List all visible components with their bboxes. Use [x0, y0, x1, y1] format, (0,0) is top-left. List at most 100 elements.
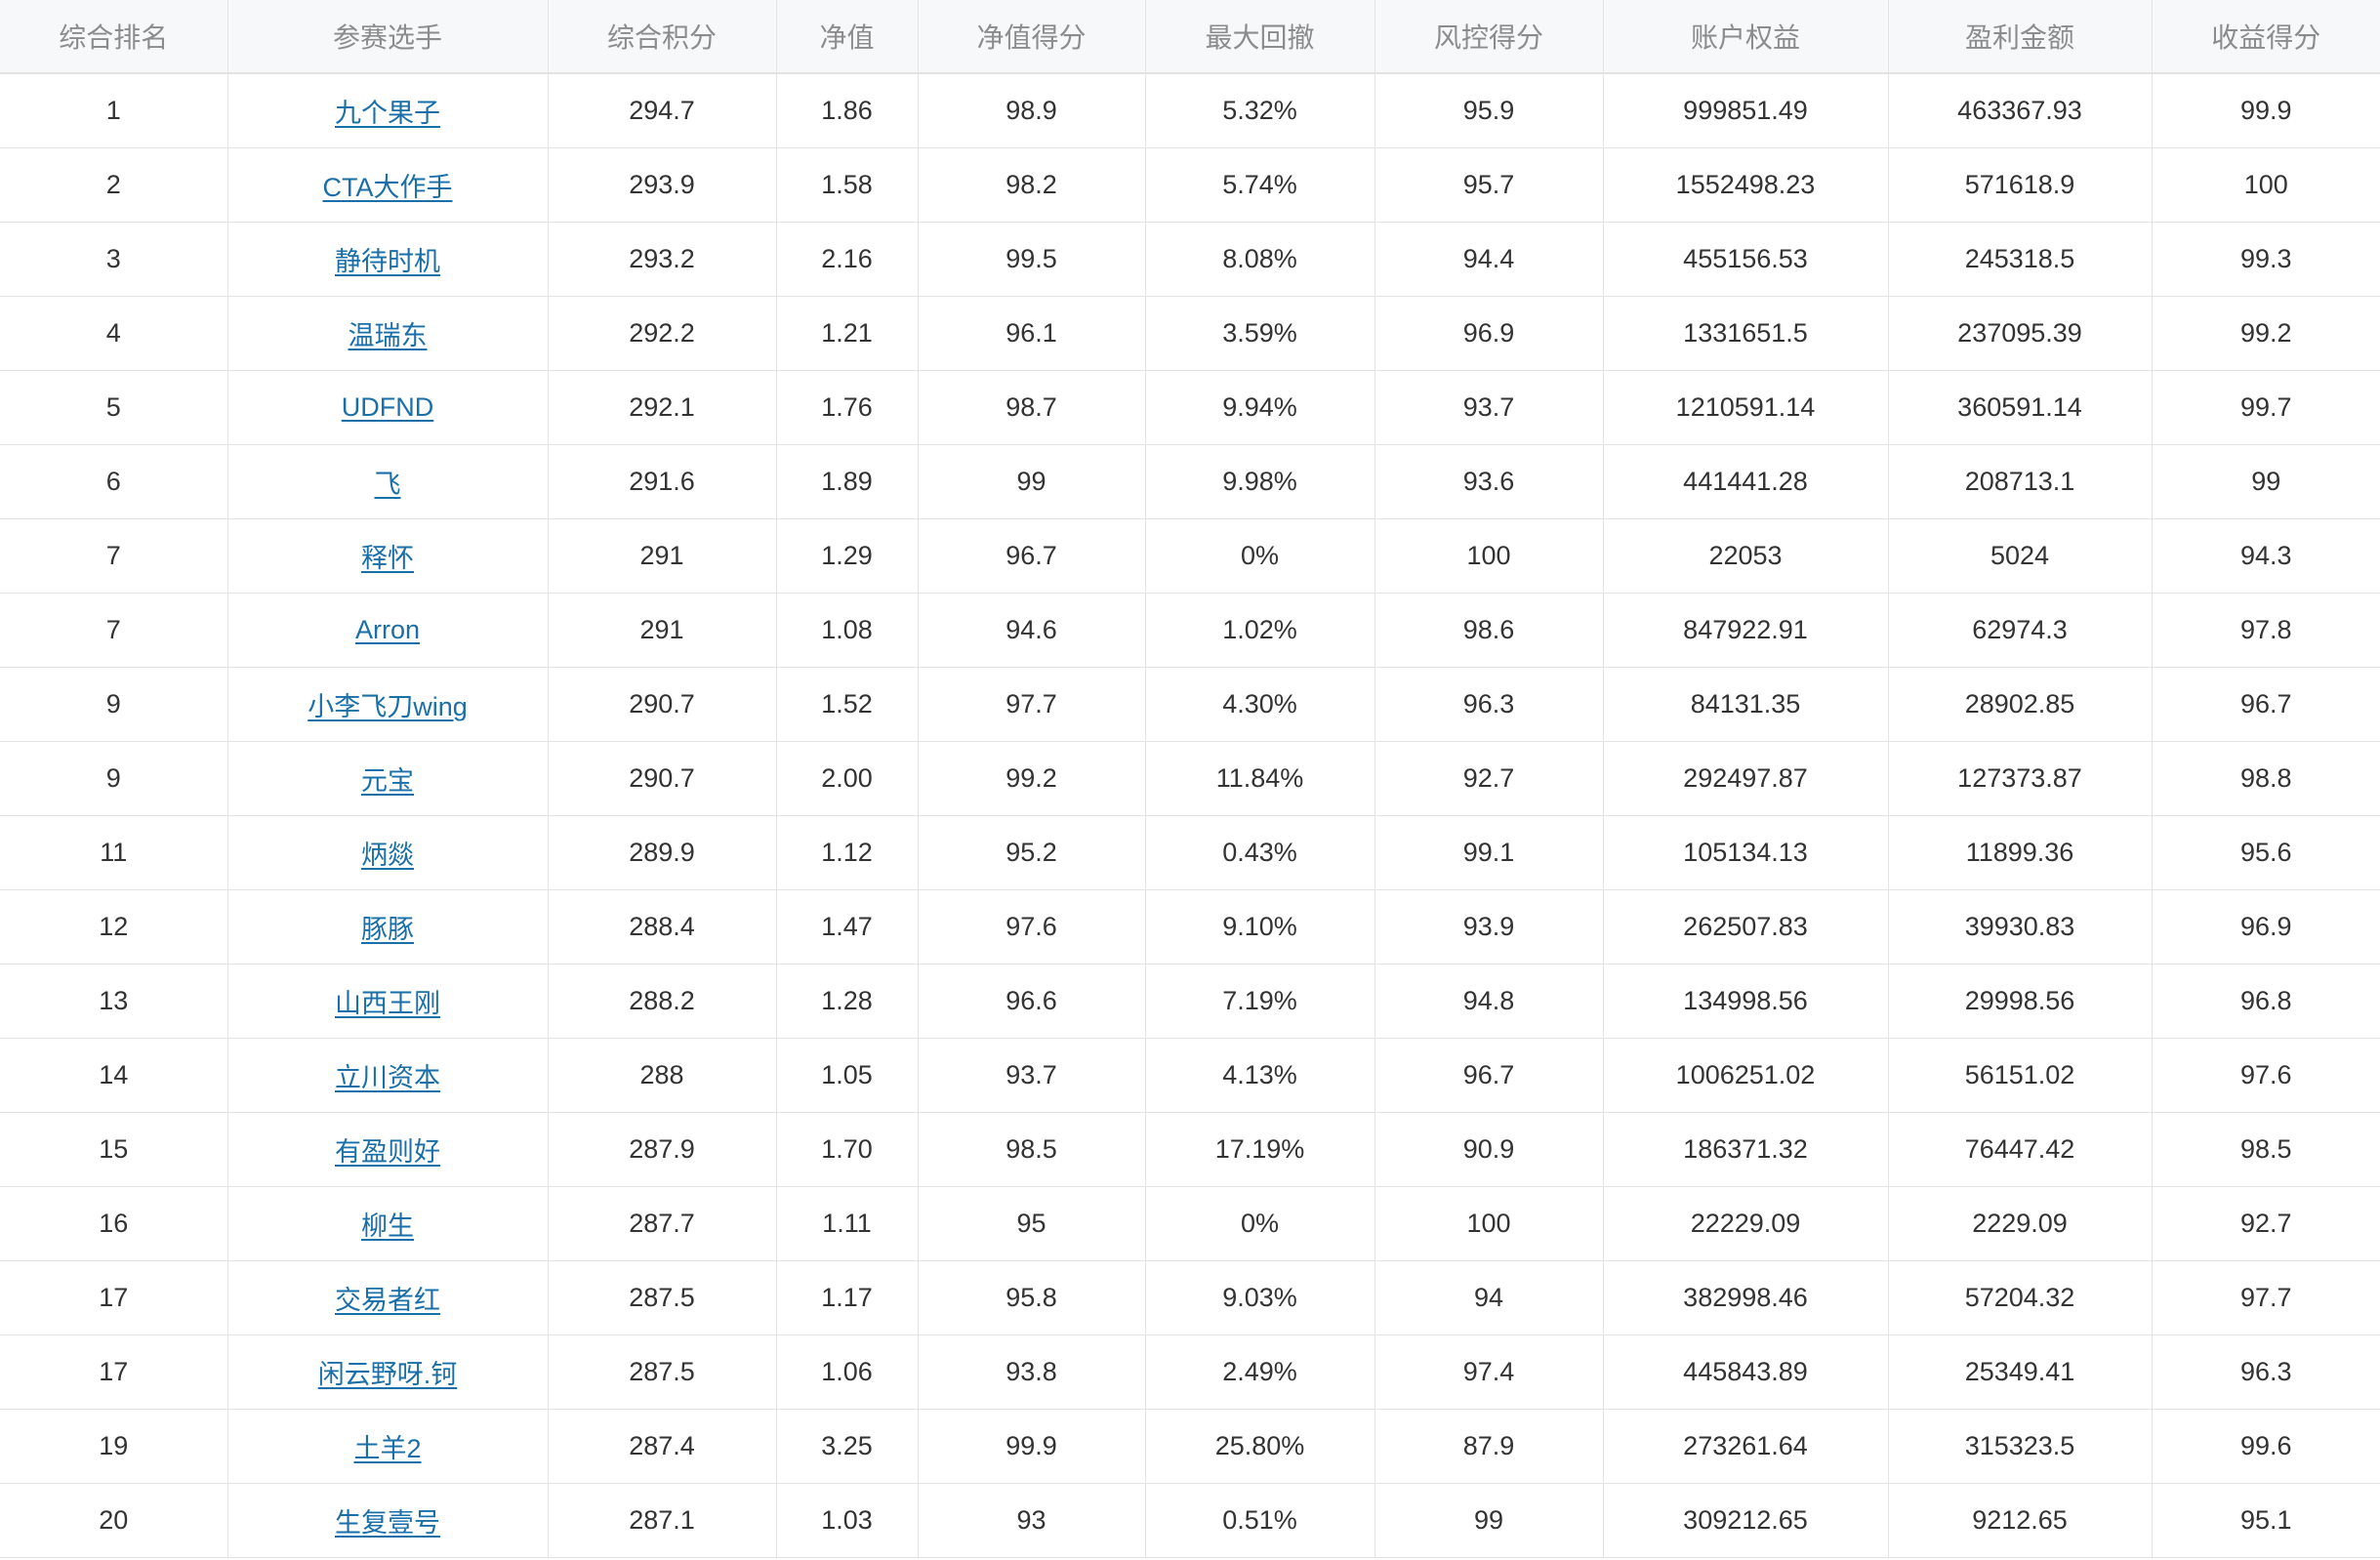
max-drawdown-cell: 11.84%	[1145, 741, 1375, 816]
table-row: 11 炳燚 289.9 1.12 95.2 0.43% 99.1 105134.13 11899…	[0, 815, 2380, 890]
net-value-cell: 1.29	[776, 518, 919, 594]
account-equity-cell: 273261.64	[1603, 1409, 1889, 1484]
column-header-profit-amount[interactable]: 盈利金额	[1888, 0, 2153, 74]
player-link[interactable]: 立川资本	[335, 1063, 440, 1092]
player-link[interactable]: 交易者红	[335, 1286, 440, 1315]
profit-amount-cell: 127373.87	[1888, 741, 2153, 816]
column-header-player[interactable]: 参赛选手	[227, 0, 549, 74]
player-link[interactable]: 生复壹号	[335, 1508, 440, 1538]
rank-cell: 1	[0, 73, 228, 148]
total-score-cell: 287.5	[548, 1334, 777, 1410]
total-score-cell: 287.7	[548, 1186, 777, 1261]
max-drawdown-cell: 5.74%	[1145, 147, 1375, 223]
total-score-cell: 288.4	[548, 889, 777, 965]
player-link[interactable]: 九个果子	[335, 99, 440, 128]
column-header-return-score[interactable]: 收益得分	[2152, 0, 2380, 74]
rank-cell: 7	[0, 593, 228, 668]
account-equity-cell: 186371.32	[1603, 1112, 1889, 1187]
table-row: 20 生复壹号 287.1 1.03 93 0.51% 99 309212.65 9212.65…	[0, 1483, 2380, 1558]
max-drawdown-cell: 0%	[1145, 1186, 1375, 1261]
max-drawdown-cell: 1.02%	[1145, 593, 1375, 668]
risk-score-cell: 99.1	[1375, 815, 1604, 890]
player-link[interactable]: Arron	[355, 615, 420, 644]
rank-cell: 4	[0, 296, 228, 371]
player-cell: 豚豚	[227, 889, 549, 965]
player-link[interactable]: 温瑞东	[349, 321, 428, 350]
player-link[interactable]: 释怀	[361, 544, 414, 573]
max-drawdown-cell: 8.08%	[1145, 222, 1375, 297]
profit-amount-cell: 5024	[1888, 518, 2153, 594]
rank-cell: 20	[0, 1483, 228, 1558]
table-body: 1 九个果子 294.7 1.86 98.9 5.32% 95.9 999851.49 4633…	[0, 73, 2380, 1558]
profit-amount-cell: 56151.02	[1888, 1038, 2153, 1113]
risk-score-cell: 94	[1375, 1260, 1604, 1335]
return-score-cell: 99.6	[2152, 1409, 2380, 1484]
player-link[interactable]: 静待时机	[335, 247, 440, 276]
return-score-cell: 94.3	[2152, 518, 2380, 594]
net-value-score-cell: 95.2	[918, 815, 1146, 890]
max-drawdown-cell: 5.32%	[1145, 73, 1375, 148]
total-score-cell: 289.9	[548, 815, 777, 890]
account-equity-cell: 22053	[1603, 518, 1889, 594]
table-row: 17 闲云野呀.钶 287.5 1.06 93.8 2.49% 97.4 445843.89 2…	[0, 1334, 2380, 1410]
player-link[interactable]: 飞	[375, 470, 401, 499]
player-link[interactable]: CTA大作手	[323, 173, 453, 202]
account-equity-cell: 262507.83	[1603, 889, 1889, 965]
player-cell: 九个果子	[227, 73, 549, 148]
risk-score-cell: 93.9	[1375, 889, 1604, 965]
account-equity-cell: 134998.56	[1603, 964, 1889, 1039]
net-value-cell: 1.70	[776, 1112, 919, 1187]
column-header-net-value-score[interactable]: 净值得分	[918, 0, 1146, 74]
player-link[interactable]: 土羊2	[353, 1434, 421, 1463]
player-link[interactable]: UDFND	[342, 392, 434, 422]
player-link[interactable]: 有盈则好	[335, 1137, 440, 1167]
column-header-account-equity[interactable]: 账户权益	[1603, 0, 1889, 74]
profit-amount-cell: 29998.56	[1888, 964, 2153, 1039]
player-link[interactable]: 元宝	[361, 766, 414, 796]
player-cell: 小李飞刀wing	[227, 667, 549, 742]
account-equity-cell: 309212.65	[1603, 1483, 1889, 1558]
player-cell: CTA大作手	[227, 147, 549, 223]
net-value-cell: 1.86	[776, 73, 919, 148]
player-link[interactable]: 豚豚	[361, 915, 414, 944]
risk-score-cell: 97.4	[1375, 1334, 1604, 1410]
account-equity-cell: 847922.91	[1603, 593, 1889, 668]
net-value-cell: 2.00	[776, 741, 919, 816]
net-value-cell: 1.17	[776, 1260, 919, 1335]
max-drawdown-cell: 25.80%	[1145, 1409, 1375, 1484]
profit-amount-cell: 62974.3	[1888, 593, 2153, 668]
player-link[interactable]: 小李飞刀wing	[308, 692, 468, 721]
player-link[interactable]: 柳生	[361, 1211, 414, 1241]
net-value-score-cell: 93	[918, 1483, 1146, 1558]
risk-score-cell: 96.9	[1375, 296, 1604, 371]
player-cell: 炳燚	[227, 815, 549, 890]
player-link[interactable]: 闲云野呀.钶	[318, 1360, 458, 1389]
max-drawdown-cell: 0%	[1145, 518, 1375, 594]
net-value-score-cell: 97.7	[918, 667, 1146, 742]
profit-amount-cell: 360591.14	[1888, 370, 2153, 445]
player-link[interactable]: 山西王刚	[335, 989, 440, 1018]
profit-amount-cell: 208713.1	[1888, 444, 2153, 519]
column-header-net-value[interactable]: 净值	[776, 0, 919, 74]
player-link[interactable]: 炳燚	[361, 841, 414, 870]
column-header-total-score[interactable]: 综合积分	[548, 0, 777, 74]
account-equity-cell: 84131.35	[1603, 667, 1889, 742]
risk-score-cell: 92.7	[1375, 741, 1604, 816]
rank-cell: 19	[0, 1409, 228, 1484]
risk-score-cell: 93.7	[1375, 370, 1604, 445]
max-drawdown-cell: 9.03%	[1145, 1260, 1375, 1335]
net-value-score-cell: 97.6	[918, 889, 1146, 965]
net-value-cell: 1.08	[776, 593, 919, 668]
rank-cell: 17	[0, 1334, 228, 1410]
table-row: 6 飞 291.6 1.89 99 9.98% 93.6 441441.28 208713.1 9…	[0, 444, 2380, 519]
return-score-cell: 99.7	[2152, 370, 2380, 445]
column-header-risk-score[interactable]: 风控得分	[1375, 0, 1604, 74]
column-header-rank[interactable]: 综合排名	[0, 0, 228, 74]
column-header-max-drawdown[interactable]: 最大回撤	[1145, 0, 1375, 74]
total-score-cell: 291	[548, 518, 777, 594]
net-value-cell: 1.05	[776, 1038, 919, 1113]
account-equity-cell: 445843.89	[1603, 1334, 1889, 1410]
account-equity-cell: 1006251.02	[1603, 1038, 1889, 1113]
net-value-score-cell: 98.2	[918, 147, 1146, 223]
return-score-cell: 95.6	[2152, 815, 2380, 890]
